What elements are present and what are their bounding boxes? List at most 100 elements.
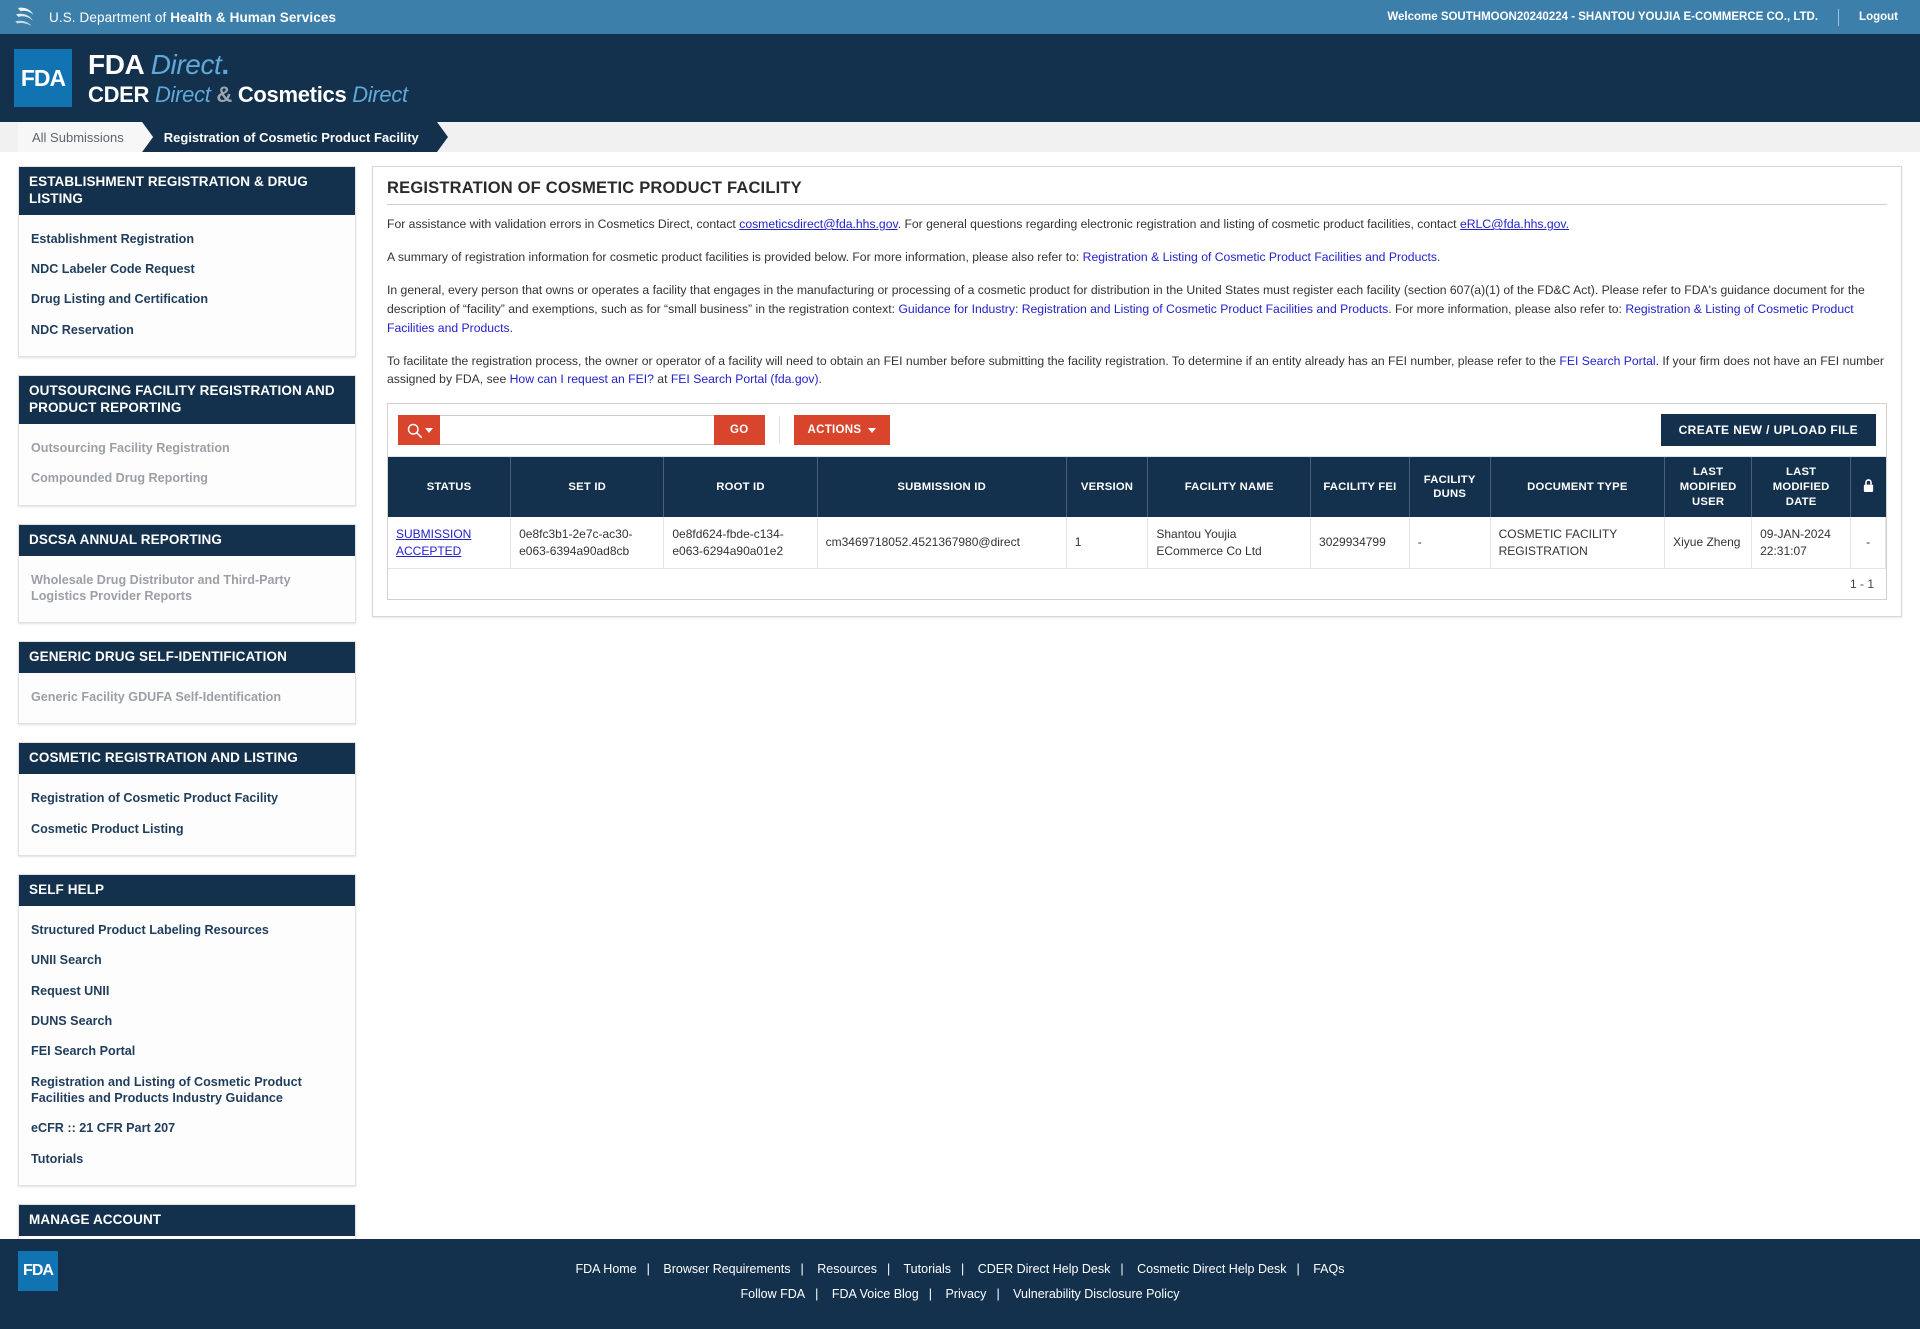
search-icon-button[interactable] xyxy=(398,415,440,446)
sidebar-section-title: ESTABLISHMENT REGISTRATION & DRUG LISTIN… xyxy=(19,167,355,215)
actions-button[interactable]: ACTIONS xyxy=(793,415,891,446)
footer-link-cder-direct-help-desk[interactable]: CDER Direct Help Desk xyxy=(978,1262,1111,1276)
sidebar-section-title: COSMETIC REGISTRATION AND LISTING xyxy=(19,743,355,775)
sidebar-section-body: Generic Facility GDUFA Self-Identificati… xyxy=(19,673,355,723)
fei-search-portal-link-2[interactable]: FEI Search Portal (fda.gov) xyxy=(671,372,819,386)
sidebar-item-industry-guidance[interactable]: Registration and Listing of Cosmetic Pro… xyxy=(29,1067,345,1114)
search-icon xyxy=(407,423,422,438)
column-submission-id[interactable]: SUBMISSION ID xyxy=(817,457,1067,518)
divider: | xyxy=(960,1262,965,1276)
sidebar-item-wholesale-drug-distributor-reports[interactable]: Wholesale Drug Distributor and Third-Par… xyxy=(29,565,345,612)
erlc-email-link[interactable]: eRLC@fda.hhs.gov. xyxy=(1460,217,1569,231)
sidebar-section-title: OUTSOURCING FACILITY REGISTRATION AND PR… xyxy=(19,376,355,424)
breadcrumb-all-submissions[interactable]: All Submissions xyxy=(18,122,153,152)
sidebar-section-body: Establishment Registration NDC Labeler C… xyxy=(19,215,355,356)
footer-row-two: Follow FDA | FDA Voice Blog | Privacy | Vul… xyxy=(0,1282,1920,1307)
table-row: SUBMISSION ACCEPTED 0e8fc3b1-2e7c-ac30-e… xyxy=(388,517,1886,569)
chevron-down-icon xyxy=(868,427,877,433)
footer-row-one: FDA Home | Browser Requirements | Resource… xyxy=(0,1257,1920,1282)
sidebar-item-drug-listing-and-certification[interactable]: Drug Listing and Certification xyxy=(29,284,345,314)
column-last-modified-date[interactable]: LAST MODIFIED DATE xyxy=(1751,457,1852,518)
footer-link-fda-voice-blog[interactable]: FDA Voice Blog xyxy=(832,1287,919,1301)
logout-link[interactable]: Logout xyxy=(1859,11,1898,23)
footer-link-follow-fda[interactable]: Follow FDA xyxy=(741,1287,806,1301)
column-root-id[interactable]: ROOT ID xyxy=(663,457,818,518)
column-set-id[interactable]: SET ID xyxy=(510,457,665,518)
registration-listing-link-1[interactable]: Registration & Listing of Cosmetic Produ… xyxy=(1083,250,1437,264)
app-brand-header: FDA FDA Direct. CDER Direct & Cosmetics … xyxy=(0,34,1920,122)
divider: | xyxy=(928,1287,932,1301)
chevron-down-icon xyxy=(424,427,433,433)
submissions-table: STATUS SET ID ROOT ID SUBMISSION ID VERS… xyxy=(388,457,1886,569)
cosmetics-direct-email-link[interactable]: cosmeticsdirect@fda.hhs.gov xyxy=(739,217,897,231)
column-status[interactable]: STATUS xyxy=(388,457,512,518)
sidebar-section-cosmetic: COSMETIC REGISTRATION AND LISTING Regist… xyxy=(18,742,356,857)
footer-link-privacy[interactable]: Privacy xyxy=(945,1287,986,1301)
sidebar-section-title: SELF HELP xyxy=(19,875,355,906)
sidebar-item-request-unii[interactable]: Request UNII xyxy=(29,976,345,1006)
p1-text-a: For assistance with validation errors in… xyxy=(387,217,740,231)
sidebar-section-establishment: ESTABLISHMENT REGISTRATION & DRUG LISTIN… xyxy=(18,166,356,358)
footer-links: FDA Home | Browser Requirements | Resource… xyxy=(0,1239,1920,1307)
brand-cosmetics: Cosmetics xyxy=(237,81,347,107)
sidebar-item-outsourcing-facility-registration[interactable]: Outsourcing Facility Registration xyxy=(29,433,345,463)
divider: | xyxy=(996,1287,1000,1301)
hhs-agency-prefix: U.S. Department of xyxy=(49,9,171,25)
sidebar-item-cosmetic-product-listing[interactable]: Cosmetic Product Listing xyxy=(29,814,345,844)
footer-link-vulnerability-disclosure-policy[interactable]: Vulnerability Disclosure Policy xyxy=(1013,1287,1179,1301)
sidebar-item-registration-of-cosmetic-product-facility[interactable]: Registration of Cosmetic Product Facilit… xyxy=(29,783,345,813)
brand-cder: CDER xyxy=(88,81,150,107)
how-can-i-request-fei-link[interactable]: How can I request an FEI? xyxy=(510,372,654,386)
paragraph-general: In general, every person that owns or op… xyxy=(387,281,1887,338)
footer-link-resources[interactable]: Resources xyxy=(817,1262,877,1276)
column-document-type[interactable]: DOCUMENT TYPE xyxy=(1490,457,1666,518)
sidebar-section-title: GENERIC DRUG SELF-IDENTIFICATION xyxy=(19,642,355,674)
footer-link-faqs[interactable]: FAQs xyxy=(1313,1262,1344,1276)
page-body: ESTABLISHMENT REGISTRATION & DRUG LISTIN… xyxy=(0,152,1920,1288)
sidebar-section-title: MANAGE ACCOUNT xyxy=(19,1205,355,1237)
main-content: REGISTRATION OF COSMETIC PRODUCT FACILIT… xyxy=(356,166,1902,1239)
fei-search-portal-link-1[interactable]: FEI Search Portal xyxy=(1559,354,1655,368)
column-last-modified-user[interactable]: LAST MODIFIED USER xyxy=(1664,457,1753,518)
column-facility-duns[interactable]: FACILITY DUNS xyxy=(1409,457,1491,518)
column-version[interactable]: VERSION xyxy=(1066,457,1149,518)
divider: | xyxy=(646,1262,650,1276)
cell-version: 1 xyxy=(1066,517,1149,569)
page-footer: FDA FDA Home | Browser Requirements | Reso… xyxy=(0,1239,1920,1329)
sidebar-section-self-help: SELF HELP Structured Product Labeling Re… xyxy=(18,874,356,1187)
sidebar-section-body: Structured Product Labeling Resources UN… xyxy=(19,906,355,1185)
sidebar-section-generic-drug: GENERIC DRUG SELF-IDENTIFICATION Generic… xyxy=(18,641,356,725)
breadcrumb-current[interactable]: Registration of Cosmetic Product Facilit… xyxy=(141,122,448,152)
breadcrumb: All Submissions Registration of Cosmetic… xyxy=(0,122,1920,152)
column-facility-name[interactable]: FACILITY NAME xyxy=(1147,457,1312,518)
footer-link-browser-requirements[interactable]: Browser Requirements xyxy=(663,1262,790,1276)
sidebar-item-fei-search-portal[interactable]: FEI Search Portal xyxy=(29,1036,345,1066)
brand-line-two: CDER Direct & Cosmetics Direct xyxy=(88,83,408,106)
footer-link-tutorials[interactable]: Tutorials xyxy=(904,1262,951,1276)
sidebar-item-ndc-labeler-code-request[interactable]: NDC Labeler Code Request xyxy=(29,254,345,284)
sidebar-item-duns-search[interactable]: DUNS Search xyxy=(29,1006,345,1036)
brand-fda: FDA xyxy=(88,49,144,81)
sidebar-item-ecfr-21-cfr-part-207[interactable]: eCFR :: 21 CFR Part 207 xyxy=(29,1113,345,1143)
sidebar-item-ndc-reservation[interactable]: NDC Reservation xyxy=(29,315,345,345)
sidebar-item-establishment-registration[interactable]: Establishment Registration xyxy=(29,224,345,254)
sidebar-item-compounded-drug-reporting[interactable]: Compounded Drug Reporting xyxy=(29,463,345,493)
guidance-for-industry-link[interactable]: Guidance for Industry: Registration and … xyxy=(898,302,1388,316)
search-input[interactable] xyxy=(440,415,714,446)
footer-link-fda-home[interactable]: FDA Home xyxy=(576,1262,637,1276)
cell-facility-fei: 3029934799 xyxy=(1310,517,1410,569)
sidebar-item-unii-search[interactable]: UNII Search xyxy=(29,945,345,975)
submission-status-link[interactable]: SUBMISSION ACCEPTED xyxy=(396,527,471,557)
sidebar-section-body: Registration of Cosmetic Product Facilit… xyxy=(19,774,355,855)
hhs-logo-icon xyxy=(15,7,34,27)
brand-title-block: FDA Direct. CDER Direct & Cosmetics Dire… xyxy=(88,49,408,106)
column-facility-fei[interactable]: FACILITY FEI xyxy=(1310,457,1410,518)
sidebar-item-structured-product-labeling-resources[interactable]: Structured Product Labeling Resources xyxy=(29,915,345,945)
sidebar-item-tutorials[interactable]: Tutorials xyxy=(29,1144,345,1174)
breadcrumb-current-label: Registration of Cosmetic Product Facilit… xyxy=(163,129,419,145)
sidebar-item-generic-facility-gdufa[interactable]: Generic Facility GDUFA Self-Identificati… xyxy=(29,682,345,712)
go-button[interactable]: GO xyxy=(714,415,765,446)
footer-link-cosmetic-direct-help-desk[interactable]: Cosmetic Direct Help Desk xyxy=(1137,1262,1286,1276)
sidebar-section-body: Wholesale Drug Distributor and Third-Par… xyxy=(19,556,355,623)
create-new-upload-file-button[interactable]: CREATE NEW / UPLOAD FILE xyxy=(1660,414,1876,447)
